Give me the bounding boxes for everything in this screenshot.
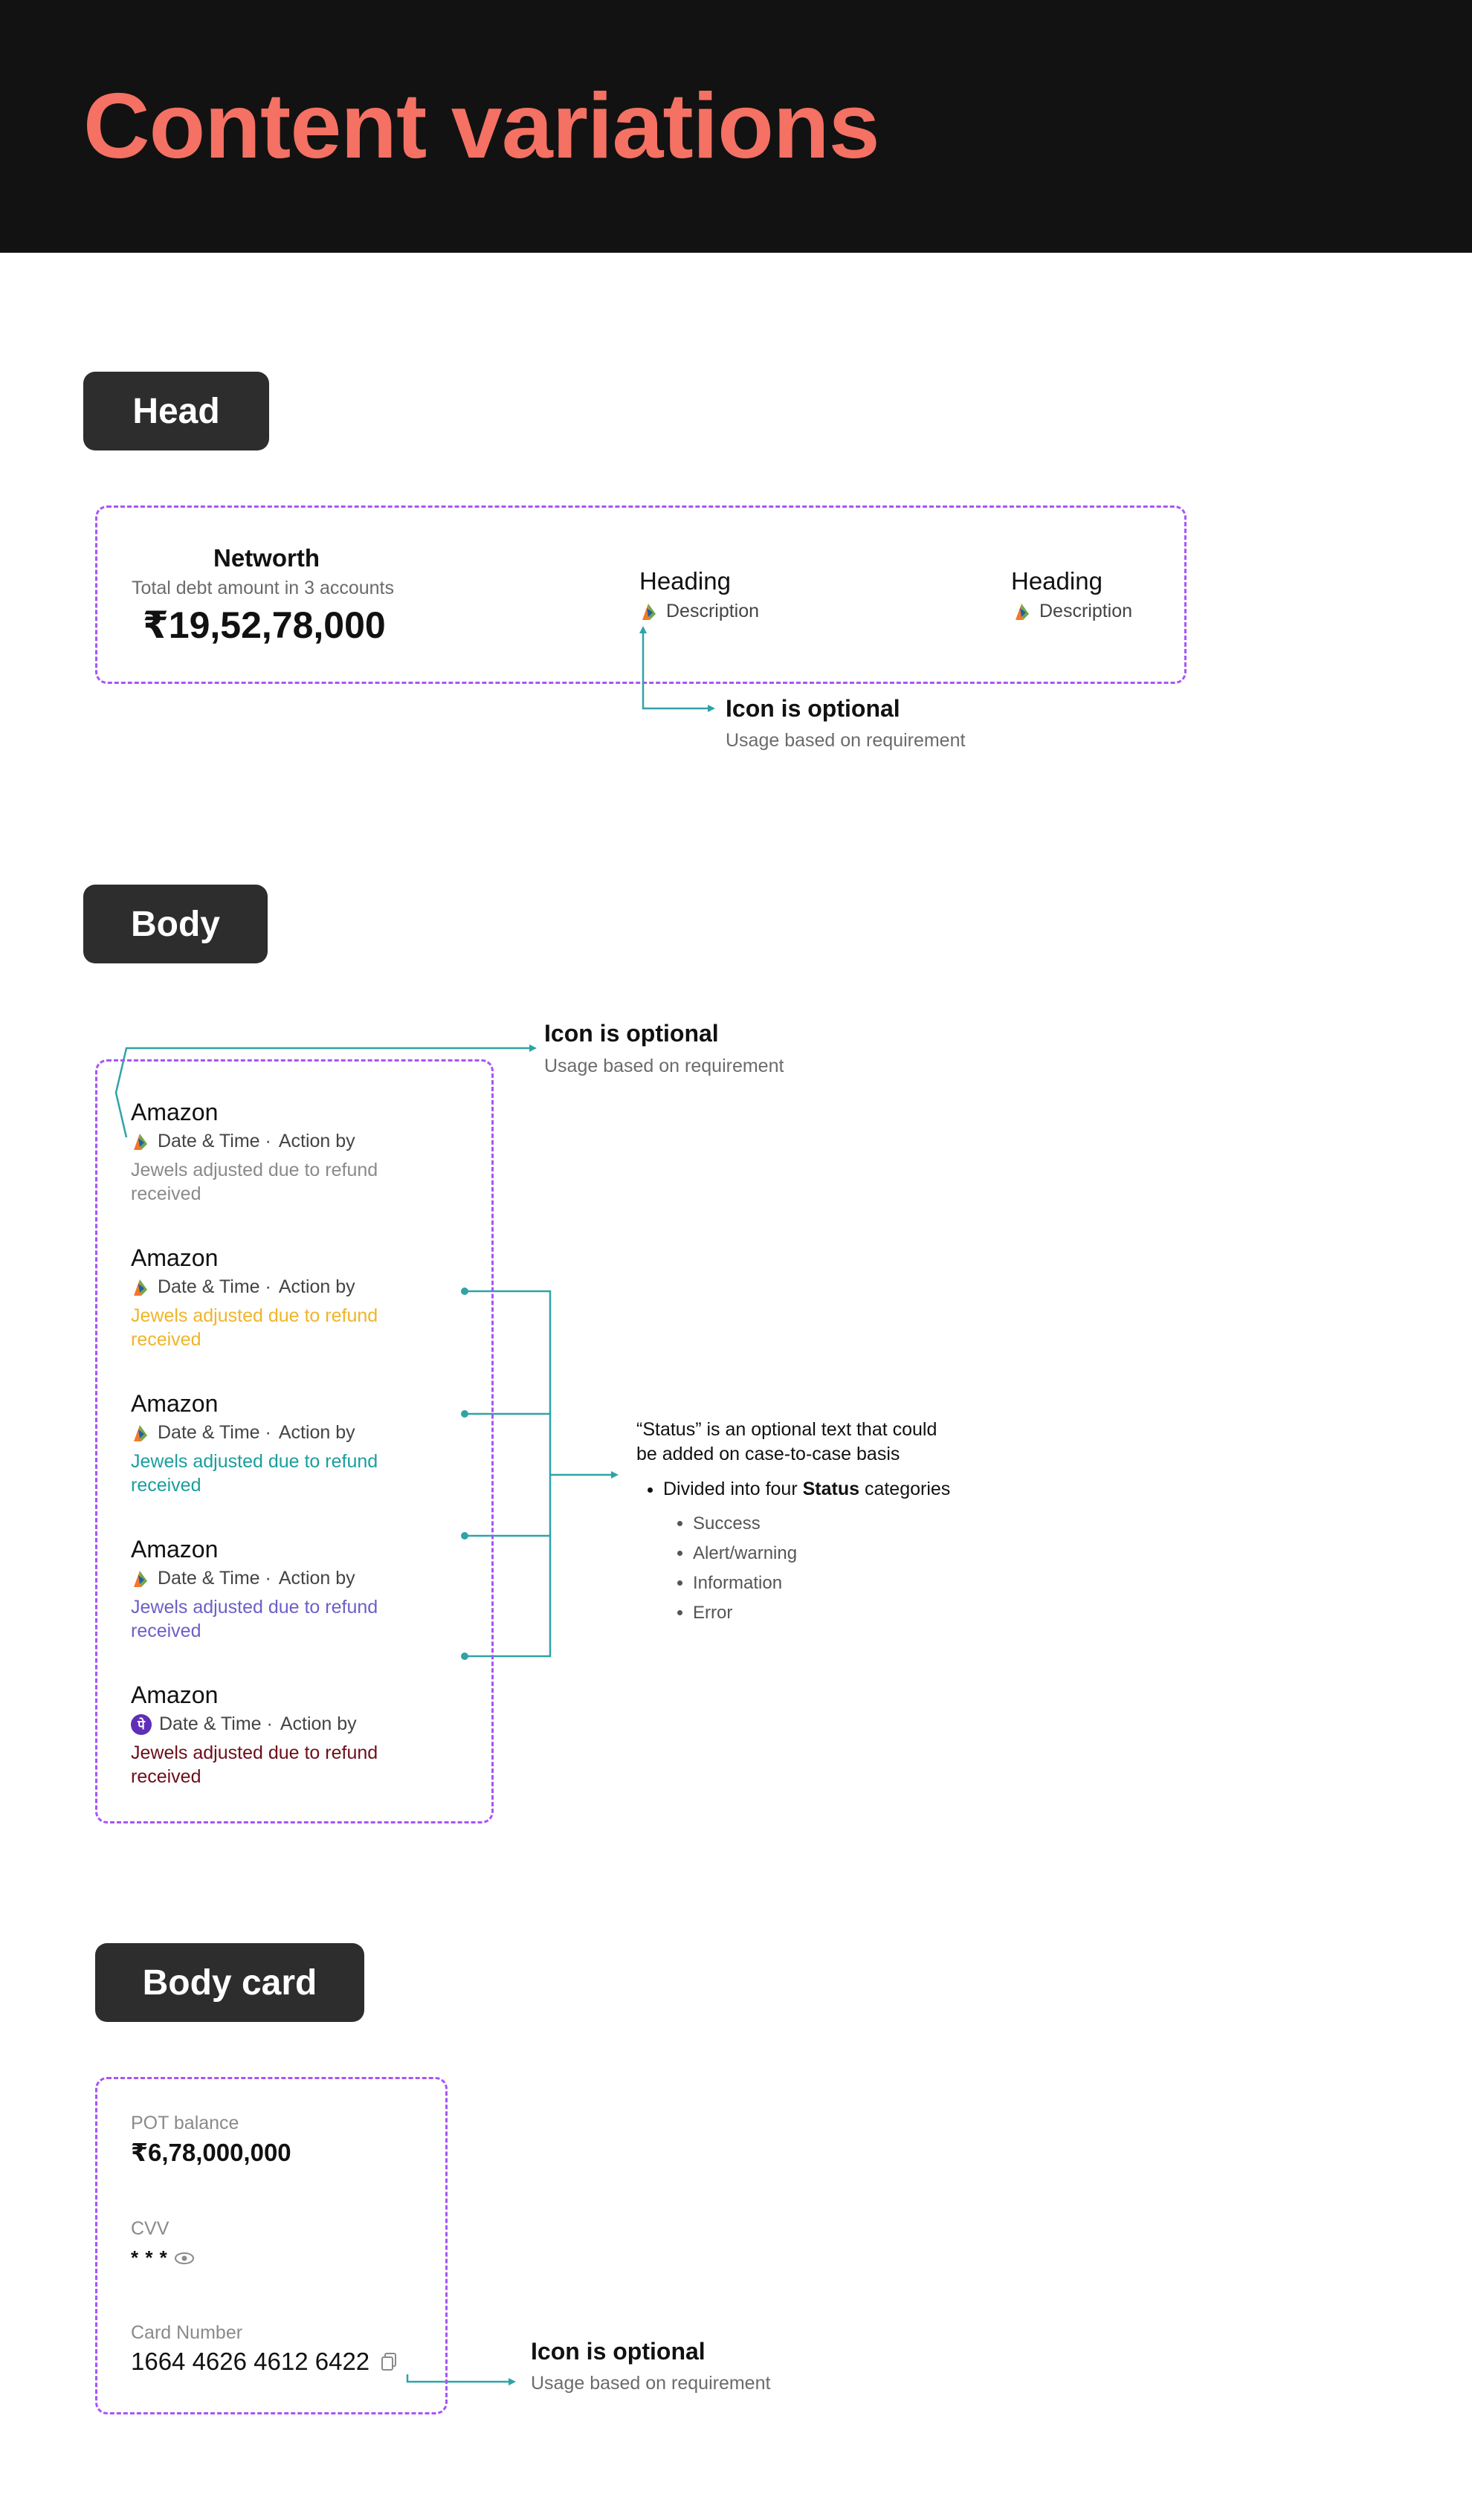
list-item: Amazon पे Date & Time · Action by Jewels adj… bbox=[131, 1681, 413, 1789]
list-item: Amazon Date & Time · Action by Jewels adjus… bbox=[131, 1536, 413, 1643]
cvv-row: * * * bbox=[131, 2246, 195, 2269]
status-bullet-bold: Status bbox=[802, 1479, 860, 1499]
status-categories: Success Alert/warning Information Error bbox=[663, 1509, 950, 1628]
phonepe-icon: पे bbox=[131, 1713, 152, 1735]
list-item-meta: पे Date & Time · Action by bbox=[131, 1713, 413, 1735]
list-item-meta: Date & Time · Action by bbox=[131, 1568, 413, 1589]
list-item-status-text: Jewels adjusted due to refund received bbox=[131, 1451, 378, 1496]
section-label-body: Body bbox=[83, 885, 268, 963]
head-note-subtitle: Usage based on requirement bbox=[726, 730, 966, 751]
card-note-subtitle: Usage based on requirement bbox=[531, 2373, 771, 2394]
card-number-value: 1664 4626 4612 6422 bbox=[131, 2348, 370, 2375]
flag-icon bbox=[134, 1570, 147, 1587]
body-note-subtitle: Usage based on requirement bbox=[544, 1056, 784, 1076]
copy-icon[interactable] bbox=[380, 2352, 398, 2371]
list-item-datetime: Date & Time · bbox=[159, 1713, 273, 1734]
list-item-title: Amazon bbox=[131, 1244, 219, 1271]
list-item: Amazon Date & Time · Action by Jewels adjus… bbox=[131, 1099, 413, 1206]
status-bullet-prefix: Divided into four bbox=[663, 1479, 803, 1499]
eye-icon[interactable] bbox=[174, 2251, 195, 2266]
list-item-status-text: Jewels adjusted due to refund received bbox=[131, 1305, 378, 1350]
flag-icon bbox=[134, 1424, 147, 1441]
list-item-title: Amazon bbox=[131, 1681, 219, 1708]
list-item-action: Action by bbox=[278, 1131, 355, 1151]
list-item-action: Action by bbox=[280, 1713, 357, 1734]
list-item-action: Action by bbox=[278, 1568, 355, 1589]
list-item-title: Amazon bbox=[131, 1390, 219, 1417]
cvv-value: * * * bbox=[131, 2246, 168, 2269]
list-item-datetime: Date & Time · bbox=[158, 1422, 271, 1443]
pot-balance-value: ₹6,78,000,000 bbox=[131, 2139, 291, 2166]
body-note-title: Icon is optional bbox=[544, 1020, 719, 1047]
status-category: Alert/warning bbox=[693, 1539, 950, 1568]
list-item-status-text: Jewels adjusted due to refund received bbox=[131, 1742, 378, 1787]
status-bullets: Divided into four Status categories Succ… bbox=[636, 1477, 950, 1628]
status-note-line2: be added on case-to-case basis bbox=[636, 1444, 900, 1464]
list-item-action: Action by bbox=[278, 1422, 355, 1443]
pot-balance-label: POT balance bbox=[131, 2113, 239, 2133]
card-note-title: Icon is optional bbox=[531, 2338, 706, 2365]
status-category: Success bbox=[693, 1509, 950, 1539]
list-item-status-text: Jewels adjusted due to refund received bbox=[131, 1160, 378, 1204]
status-bullet-suffix: categories bbox=[859, 1479, 951, 1499]
list-item: Amazon Date & Time · Action by Jewels adjus… bbox=[131, 1390, 413, 1497]
flag-icon bbox=[134, 1133, 147, 1150]
list-item-meta: Date & Time · Action by bbox=[131, 1131, 413, 1152]
list-item-title: Amazon bbox=[131, 1536, 219, 1563]
cvv-label: CVV bbox=[131, 2218, 170, 2239]
section-label-body-card: Body card bbox=[95, 1943, 364, 2022]
list-item-datetime: Date & Time · bbox=[158, 1276, 271, 1297]
head-note-title: Icon is optional bbox=[726, 695, 900, 722]
list-item-datetime: Date & Time · bbox=[158, 1568, 271, 1589]
status-category: Error bbox=[693, 1598, 950, 1628]
list-item-datetime: Date & Time · bbox=[158, 1131, 271, 1151]
flag-icon bbox=[134, 1279, 147, 1296]
list-item-meta: Date & Time · Action by bbox=[131, 1422, 413, 1444]
card-number-label: Card Number bbox=[131, 2322, 243, 2343]
status-category: Information bbox=[693, 1568, 950, 1598]
status-bullet: Divided into four Status categories Succ… bbox=[663, 1477, 950, 1628]
list-item-title: Amazon bbox=[131, 1099, 219, 1125]
card-number-row: 1664 4626 4612 6422 bbox=[131, 2348, 398, 2376]
list-item: Amazon Date & Time · Action by Jewels adjus… bbox=[131, 1244, 413, 1351]
status-note: “Status” is an optional text that could … bbox=[636, 1418, 950, 1628]
list-item-action: Action by bbox=[278, 1276, 355, 1297]
list-item-status-text: Jewels adjusted due to refund received bbox=[131, 1597, 378, 1641]
status-note-line1: “Status” is an optional text that could bbox=[636, 1419, 937, 1440]
list-item-meta: Date & Time · Action by bbox=[131, 1276, 413, 1298]
